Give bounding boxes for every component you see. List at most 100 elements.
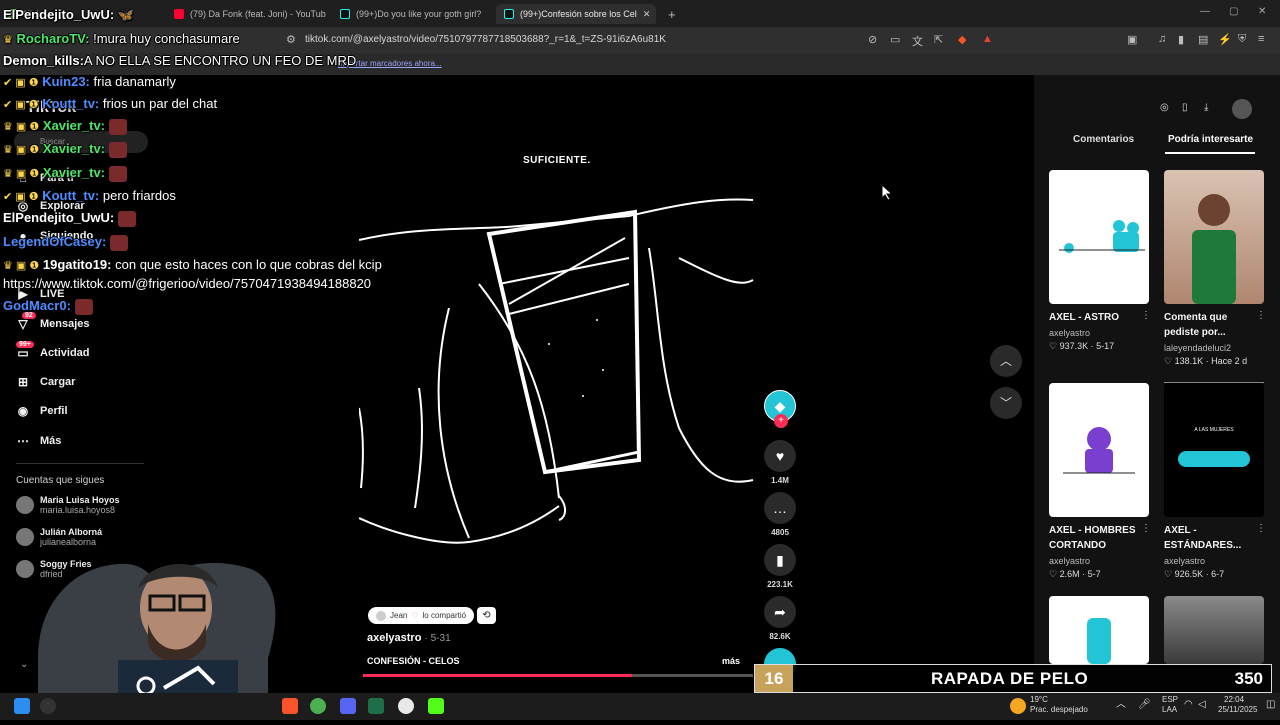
obs-icon[interactable] <box>398 698 414 714</box>
share-icon[interactable]: ⇱ <box>934 33 943 46</box>
windows-start-icon[interactable] <box>14 698 30 714</box>
heart-small-icon: ♡ <box>411 611 419 620</box>
recommended-author[interactable]: axelyastro <box>1164 556 1205 566</box>
video-progress-bar[interactable] <box>363 674 753 677</box>
rewards-icon[interactable]: ▲ <box>982 33 993 45</box>
author-name[interactable]: axelyastro <box>367 632 421 644</box>
vpn-icon[interactable]: ⛨ <box>1238 33 1246 46</box>
compass-icon[interactable]: ◎ <box>1160 102 1169 113</box>
video-author-row[interactable]: axelyastro · 5-31 <box>367 632 451 644</box>
like-button[interactable]: ♥ 1.4M <box>764 440 796 485</box>
recommended-thumbnail[interactable] <box>1049 383 1149 517</box>
video-description: CONFESIÓN - CELOS <box>367 656 460 666</box>
recommended-thumbnail[interactable] <box>1049 596 1149 664</box>
sidebar-item-cargar[interactable]: ⊞ Cargar <box>16 375 76 389</box>
maximize-icon[interactable]: ▢ <box>1229 6 1238 17</box>
author-avatar-button[interactable]: ◆ + <box>764 390 796 428</box>
mobile-icon[interactable]: ▯ <box>1182 102 1188 113</box>
notification-icon[interactable]: ◫ <box>1266 700 1275 710</box>
tab-tiktok-goth[interactable]: (99+)Do you like your goth girl? <box>332 4 492 24</box>
translate-icon[interactable]: 文 <box>912 33 923 49</box>
profile-avatar[interactable] <box>1232 99 1252 119</box>
search-icon[interactable] <box>40 698 56 714</box>
chat-message: ✔ ▣ ❶ Kuin23: fria danamarly <box>3 74 176 89</box>
brave-icon[interactable] <box>282 698 298 714</box>
kebab-menu-icon[interactable]: ⋮ <box>1256 310 1266 321</box>
app-icon[interactable] <box>310 698 326 714</box>
extensions-icon[interactable]: ⚡ <box>1218 33 1232 46</box>
weather-icon[interactable] <box>1010 698 1026 714</box>
recommended-title[interactable]: AXEL - ASTRO <box>1049 310 1141 325</box>
microphone-icon[interactable]: 🎤︎ <box>1138 700 1151 710</box>
video-player[interactable] <box>358 108 757 668</box>
wifi-icon[interactable]: ◠ <box>1184 700 1193 710</box>
terminal-icon[interactable] <box>368 698 384 714</box>
recommended-title[interactable]: AXEL - HOMBRES CORTANDO <box>1049 523 1141 553</box>
recommended-thumbnail[interactable]: A LAS MUJERES <box>1164 383 1264 517</box>
active-tab-indicator <box>1165 152 1255 154</box>
sidebar-item-perfil[interactable]: ◉ Perfil <box>16 404 68 418</box>
comment-count: 4805 <box>771 528 789 537</box>
tiktok-favicon-icon <box>340 9 350 19</box>
shared-by-pill[interactable]: Jean ♡ lo compartió <box>368 607 475 624</box>
music-icon[interactable]: ♫ <box>1158 33 1166 45</box>
chat-message: Demon_kills:A NO ELLA SE ENCONTRO UN FEO… <box>3 53 357 68</box>
download-icon[interactable]: ⤓ <box>1204 102 1208 113</box>
kebab-menu-icon[interactable]: ⋮ <box>1256 523 1266 534</box>
chevron-up-icon[interactable]: ︿ <box>1116 700 1126 710</box>
sidebar-item-mas[interactable]: ⋯ Más <box>16 434 61 448</box>
weather-text: Prac. despejado <box>1030 705 1088 714</box>
site-info-icon[interactable]: ⚙ <box>286 33 296 46</box>
brave-shield-icon[interactable]: ◆ <box>958 33 966 46</box>
follow-plus-icon[interactable]: + <box>774 414 788 428</box>
recommended-title[interactable]: Comenta que pediste por... <box>1164 310 1256 340</box>
bookmark-icon: ▮ <box>764 544 796 576</box>
minimize-icon[interactable]: — <box>1200 6 1210 17</box>
chevron-up-icon[interactable]: ︿ <box>990 345 1022 377</box>
tab-title: (99+)Confesión sobre los Cel <box>520 9 637 19</box>
kebab-menu-icon[interactable]: ⋮ <box>1141 310 1151 321</box>
save-button[interactable]: ▮ 223.1K <box>764 544 796 589</box>
recommended-author[interactable]: laleyendadeluci2 <box>1164 343 1231 353</box>
menu-icon[interactable]: ≡ <box>1258 33 1264 45</box>
screen-icon[interactable]: ▭ <box>890 33 900 46</box>
comment-button[interactable]: … 4805 <box>764 492 796 537</box>
sidebar-toggle-icon[interactable]: ▣ <box>1127 33 1137 46</box>
share-button[interactable]: ➦ 82.6K <box>764 596 796 641</box>
recommended-author[interactable]: axelyastro <box>1049 328 1090 338</box>
tab-youtube[interactable]: (79) Da Fonk (feat. Joni) - YouTube <box>166 4 326 24</box>
close-tab-icon[interactable]: ✕ <box>643 9 651 20</box>
tab-comentarios[interactable]: Comentarios <box>1073 134 1134 145</box>
emote-icon <box>108 165 127 182</box>
volume-icon[interactable]: ◁ <box>1198 700 1206 710</box>
kebab-menu-icon[interactable]: ⋮ <box>1141 523 1151 534</box>
chevron-down-icon[interactable]: ﹀ <box>990 387 1022 419</box>
panel-icon[interactable]: ▮ <box>1178 33 1184 46</box>
close-window-icon[interactable]: ✕ <box>1258 6 1266 17</box>
recommended-stats: ♡ 926.5K · 6-7 <box>1164 569 1225 579</box>
recommended-thumbnail[interactable] <box>1164 170 1264 304</box>
recommended-title[interactable]: AXEL - ESTÁNDARES... <box>1164 523 1256 553</box>
new-tab-button[interactable]: + <box>660 4 680 24</box>
repost-icon[interactable]: ⟲ <box>477 607 496 624</box>
no-track-icon[interactable]: ⊘ <box>868 33 877 46</box>
language-indicator[interactable]: ESP <box>1162 695 1178 705</box>
chat-message: ♛ ▣ ❶ 19gatito19: con que esto haces con… <box>3 257 382 272</box>
recommended-author[interactable]: axelyastro <box>1049 556 1090 566</box>
recommended-thumbnail[interactable] <box>1164 596 1264 664</box>
more-button[interactable]: más <box>722 656 740 666</box>
tab-tiktok-confesion[interactable]: (99+)Confesión sobre los Cel ✕ <box>496 4 656 24</box>
sidebar-item-mensajes[interactable]: ▽ Mensajes <box>16 317 89 331</box>
sidebar-item-actividad[interactable]: ▭ Actividad <box>16 346 89 360</box>
subathon-goal-bar: 16 RAPADA DE PELO 350 <box>754 664 1272 693</box>
tab-podria-interesarte[interactable]: Podría interesarte <box>1168 134 1253 145</box>
discord-icon[interactable] <box>340 698 356 714</box>
url-field[interactable]: tiktok.com/@axelyastro/video/75107977877… <box>305 34 666 45</box>
wallet-icon[interactable]: ▤ <box>1198 33 1208 46</box>
following-account[interactable]: Maria Luisa Hoyos maria.luisa.hoyos8 <box>16 495 120 515</box>
clock-time[interactable]: 22:04 <box>1224 695 1244 705</box>
recommended-thumbnail[interactable] <box>1049 170 1149 304</box>
kick-icon[interactable] <box>428 698 444 714</box>
following-account[interactable]: Julián Alborná julianealborna <box>16 527 102 547</box>
shared-by-label: lo compartió <box>422 611 467 620</box>
